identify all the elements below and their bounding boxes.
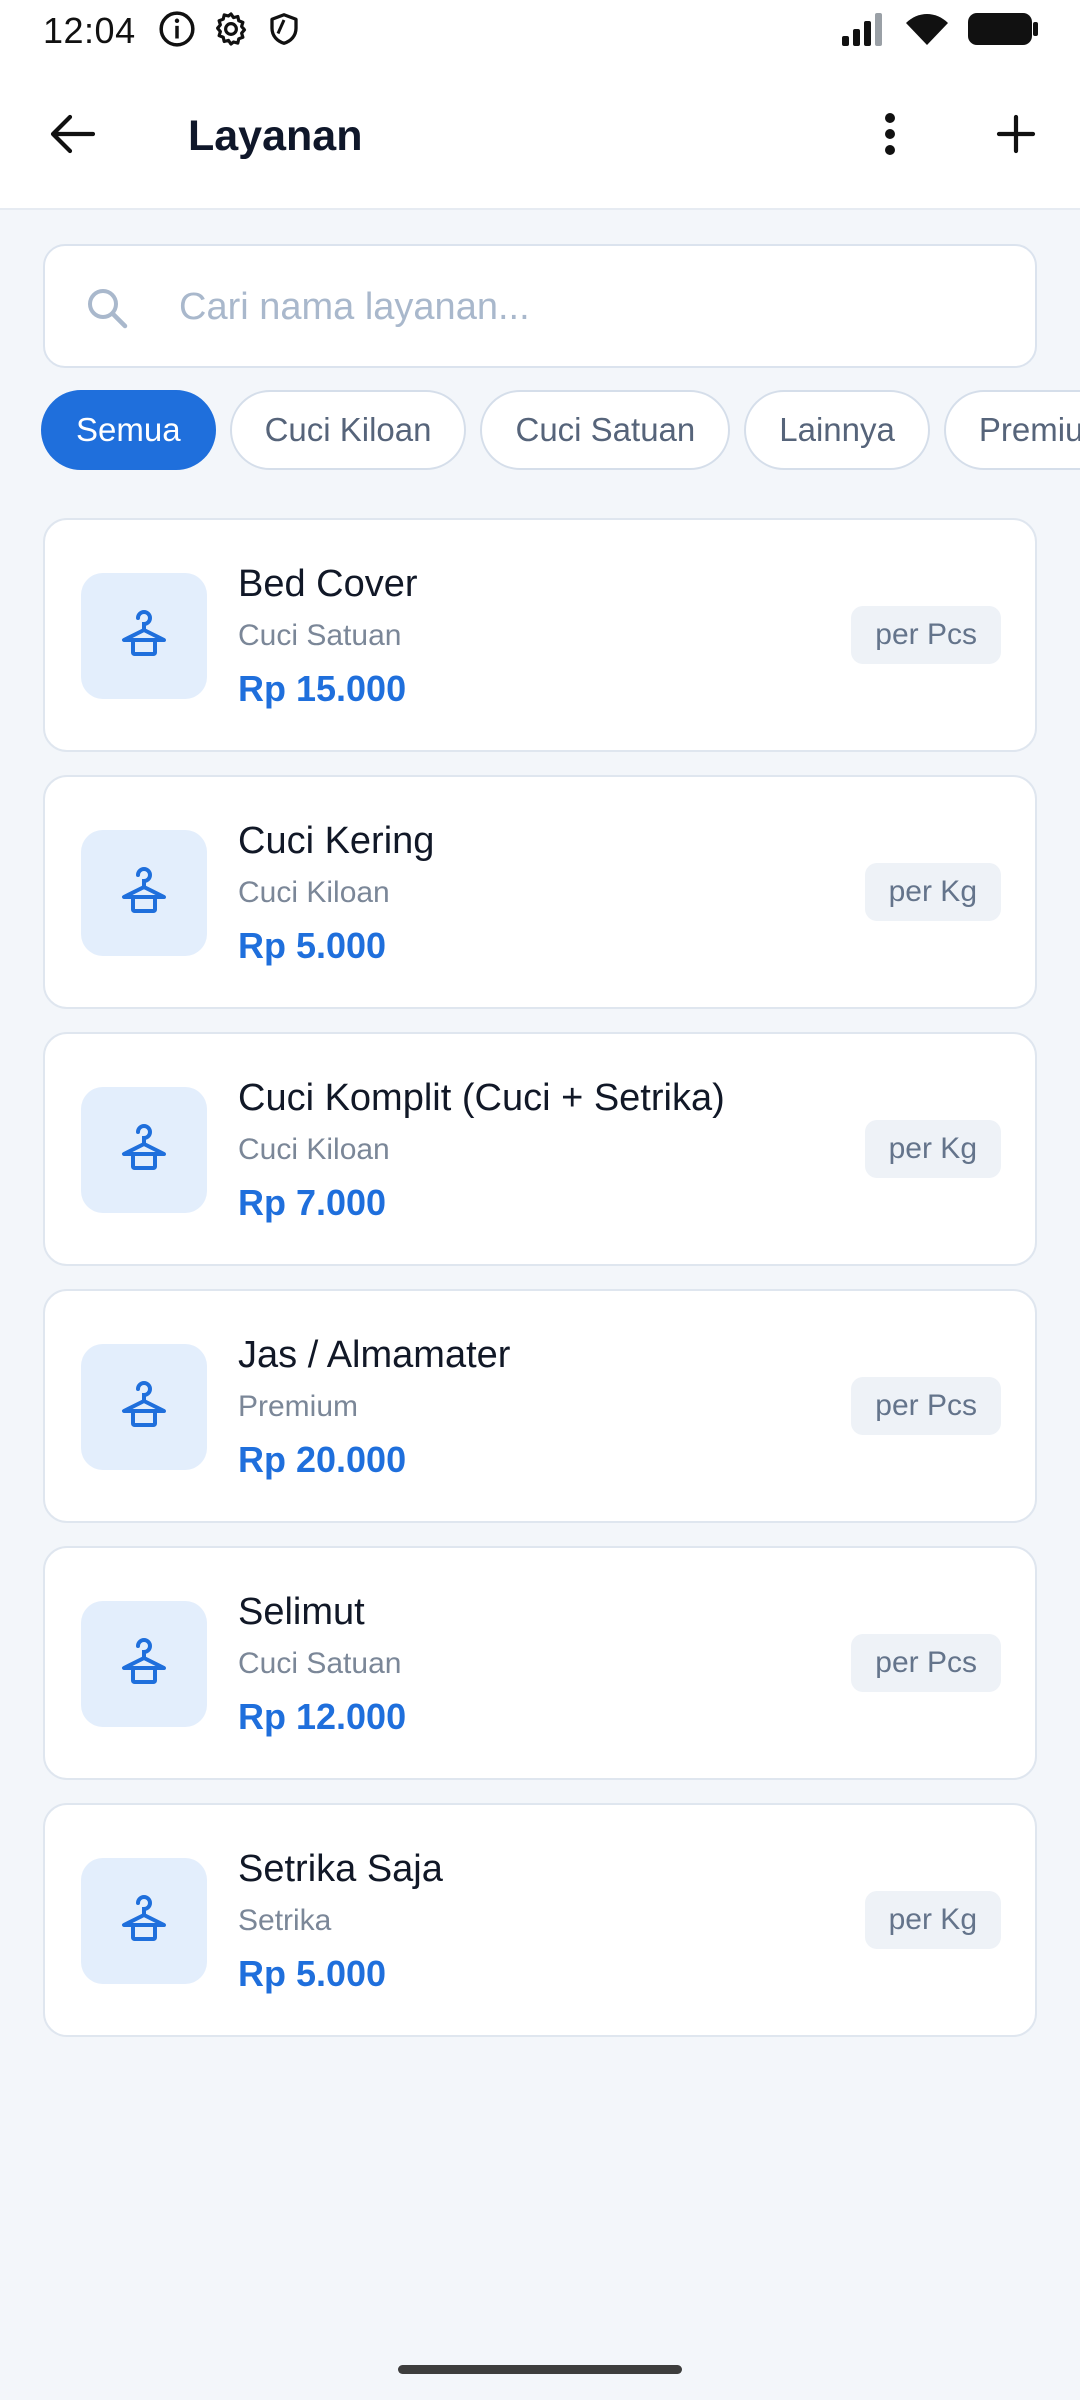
- chip-cuci-satuan[interactable]: Cuci Satuan: [480, 390, 731, 470]
- more-vertical-icon: [884, 112, 896, 161]
- home-indicator[interactable]: [398, 2365, 682, 2374]
- add-service-button[interactable]: [986, 106, 1046, 166]
- service-icon-tile: [81, 830, 207, 956]
- status-bar: 12:04: [0, 0, 1080, 62]
- status-right: [840, 11, 1040, 52]
- service-icon-tile: [81, 1858, 207, 1984]
- unit-badge: per Kg: [864, 1120, 1001, 1178]
- page-title: Layanan: [188, 112, 363, 160]
- service-category: Setrika: [238, 1904, 332, 1937]
- back-arrow-icon: [49, 114, 96, 159]
- service-icon-tile: [81, 1087, 207, 1213]
- status-icons-left: [158, 10, 302, 53]
- search-input[interactable]: [179, 274, 999, 340]
- service-price: Rp 20.000: [238, 1439, 407, 1480]
- service-name: Setrika Saja: [238, 1848, 443, 1890]
- chip-semua[interactable]: Semua: [41, 390, 216, 470]
- service-list: Bed Cover Cuci Satuan Rp 15.000 per Pcs …: [43, 518, 1037, 2060]
- service-price: Rp 7.000: [238, 1182, 387, 1223]
- hanger-icon: [120, 1893, 168, 1950]
- service-category: Premium: [238, 1390, 359, 1423]
- service-name: Cuci Kering: [238, 820, 435, 862]
- hanger-icon: [120, 1379, 168, 1436]
- unit-badge: per Kg: [864, 1891, 1001, 1949]
- unit-badge: per Pcs: [851, 1634, 1001, 1692]
- chip-lainnya[interactable]: Lainnya: [744, 390, 930, 470]
- service-card[interactable]: Setrika Saja Setrika Rp 5.000 per Kg: [43, 1803, 1037, 2037]
- back-button[interactable]: [42, 106, 102, 166]
- wifi-icon: [904, 11, 950, 52]
- service-price: Rp 5.000: [238, 925, 387, 966]
- service-category: Cuci Satuan: [238, 619, 402, 652]
- service-price: Rp 12.000: [238, 1696, 407, 1737]
- status-left: 12:04: [43, 10, 302, 53]
- unit-badge: per Pcs: [851, 1377, 1001, 1435]
- service-category: Cuci Satuan: [238, 1647, 402, 1680]
- hanger-icon: [120, 1636, 168, 1693]
- service-card[interactable]: Cuci Kering Cuci Kiloan Rp 5.000 per Kg: [43, 775, 1037, 1009]
- chip-cuci-kiloan[interactable]: Cuci Kiloan: [229, 390, 467, 470]
- service-card[interactable]: Selimut Cuci Satuan Rp 12.000 per Pcs: [43, 1546, 1037, 1780]
- hanger-icon: [120, 608, 168, 665]
- service-icon-tile: [81, 573, 207, 699]
- search-icon: [83, 284, 131, 332]
- battery-icon: [968, 11, 1040, 52]
- service-name: Jas / Almamater: [238, 1334, 511, 1376]
- shield-icon: [266, 10, 302, 53]
- status-time: 12:04: [43, 10, 136, 51]
- service-price: Rp 5.000: [238, 1953, 387, 1994]
- service-card[interactable]: Jas / Almamater Premium Rp 20.000 per Pc…: [43, 1289, 1037, 1523]
- service-name: Cuci Komplit (Cuci + Setrika): [238, 1077, 725, 1119]
- service-category: Cuci Kiloan: [238, 1133, 390, 1166]
- service-category: Cuci Kiloan: [238, 876, 390, 909]
- service-price: Rp 15.000: [238, 668, 407, 709]
- gear-icon: [212, 10, 250, 53]
- service-icon-tile: [81, 1601, 207, 1727]
- app-bar: Layanan: [0, 62, 1080, 210]
- unit-badge: per Pcs: [851, 606, 1001, 664]
- chip-premium[interactable]: Premium: [943, 390, 1080, 470]
- signal-icon: [840, 12, 886, 51]
- service-card[interactable]: Cuci Komplit (Cuci + Setrika) Cuci Kiloa…: [43, 1032, 1037, 1266]
- hanger-icon: [120, 1122, 168, 1179]
- service-card[interactable]: Bed Cover Cuci Satuan Rp 15.000 per Pcs: [43, 518, 1037, 752]
- info-icon: [158, 10, 196, 53]
- plus-icon: [996, 114, 1036, 159]
- search-box[interactable]: [43, 244, 1037, 368]
- hanger-icon: [120, 865, 168, 922]
- service-name: Selimut: [238, 1591, 365, 1633]
- more-options-button[interactable]: [860, 106, 920, 166]
- category-filter-chips: Semua Cuci Kiloan Cuci Satuan Lainnya Premiu…: [41, 390, 1080, 472]
- service-icon-tile: [81, 1344, 207, 1470]
- service-name: Bed Cover: [238, 563, 418, 605]
- unit-badge: per Kg: [864, 863, 1001, 921]
